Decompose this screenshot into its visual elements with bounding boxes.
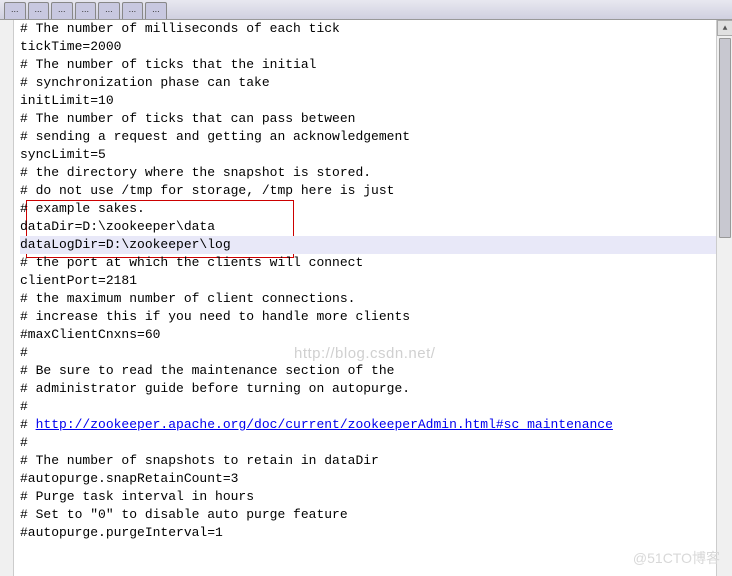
code-line[interactable]: # http://zookeeper.apache.org/doc/curren… — [20, 416, 732, 434]
code-line[interactable]: #maxClientCnxns=60 — [20, 326, 732, 344]
code-line[interactable]: #autopurge.snapRetainCount=3 — [20, 470, 732, 488]
code-line[interactable]: # Set to "0" to disable auto purge featu… — [20, 506, 732, 524]
code-line[interactable]: initLimit=10 — [20, 92, 732, 110]
code-line[interactable]: # sending a request and getting an ackno… — [20, 128, 732, 146]
doc-link[interactable]: http://zookeeper.apache.org/doc/current/… — [36, 417, 613, 432]
code-line[interactable]: # administrator guide before turning on … — [20, 380, 732, 398]
editor-tab[interactable]: ... — [122, 2, 144, 19]
code-line[interactable]: tickTime=2000 — [20, 38, 732, 56]
code-line[interactable]: # the directory where the snapshot is st… — [20, 164, 732, 182]
code-line[interactable]: # synchronization phase can take — [20, 74, 732, 92]
code-line[interactable]: dataDir=D:\zookeeper\data — [20, 218, 732, 236]
code-area[interactable]: http://blog.csdn.net/ # The number of mi… — [14, 20, 732, 576]
code-line[interactable]: # the maximum number of client connectio… — [20, 290, 732, 308]
code-line[interactable]: # — [20, 398, 732, 416]
code-line[interactable]: # The number of ticks that can pass betw… — [20, 110, 732, 128]
editor-tab[interactable]: ... — [4, 2, 26, 19]
scroll-up-arrow-icon[interactable]: ▲ — [717, 20, 732, 36]
code-line[interactable]: # the port at which the clients will con… — [20, 254, 732, 272]
editor-tab[interactable]: ... — [51, 2, 73, 19]
code-line[interactable]: syncLimit=5 — [20, 146, 732, 164]
code-line[interactable]: #autopurge.purgeInterval=1 — [20, 524, 732, 542]
vertical-scrollbar[interactable]: ▲ — [716, 20, 732, 576]
code-line[interactable]: # The number of milliseconds of each tic… — [20, 20, 732, 38]
code-line[interactable]: # do not use /tmp for storage, /tmp here… — [20, 182, 732, 200]
code-line[interactable]: # The number of snapshots to retain in d… — [20, 452, 732, 470]
code-line[interactable]: # The number of ticks that the initial — [20, 56, 732, 74]
scroll-thumb[interactable] — [719, 38, 731, 238]
code-line[interactable]: # — [20, 434, 732, 452]
line-number-gutter — [0, 20, 14, 576]
code-editor[interactable]: http://blog.csdn.net/ # The number of mi… — [0, 20, 732, 576]
code-line[interactable]: dataLogDir=D:\zookeeper\log — [20, 236, 732, 254]
editor-tab[interactable]: ... — [75, 2, 97, 19]
code-line[interactable]: # — [20, 344, 732, 362]
code-line[interactable]: # increase this if you need to handle mo… — [20, 308, 732, 326]
code-line[interactable]: # Be sure to read the maintenance sectio… — [20, 362, 732, 380]
editor-tab[interactable]: ... — [28, 2, 50, 19]
tab-bar: ... ... ... ... ... ... ... — [0, 0, 732, 20]
code-line[interactable]: # example sakes. — [20, 200, 732, 218]
editor-tab[interactable]: ... — [145, 2, 167, 19]
code-line[interactable]: # Purge task interval in hours — [20, 488, 732, 506]
code-line[interactable]: clientPort=2181 — [20, 272, 732, 290]
editor-tab[interactable]: ... — [98, 2, 120, 19]
